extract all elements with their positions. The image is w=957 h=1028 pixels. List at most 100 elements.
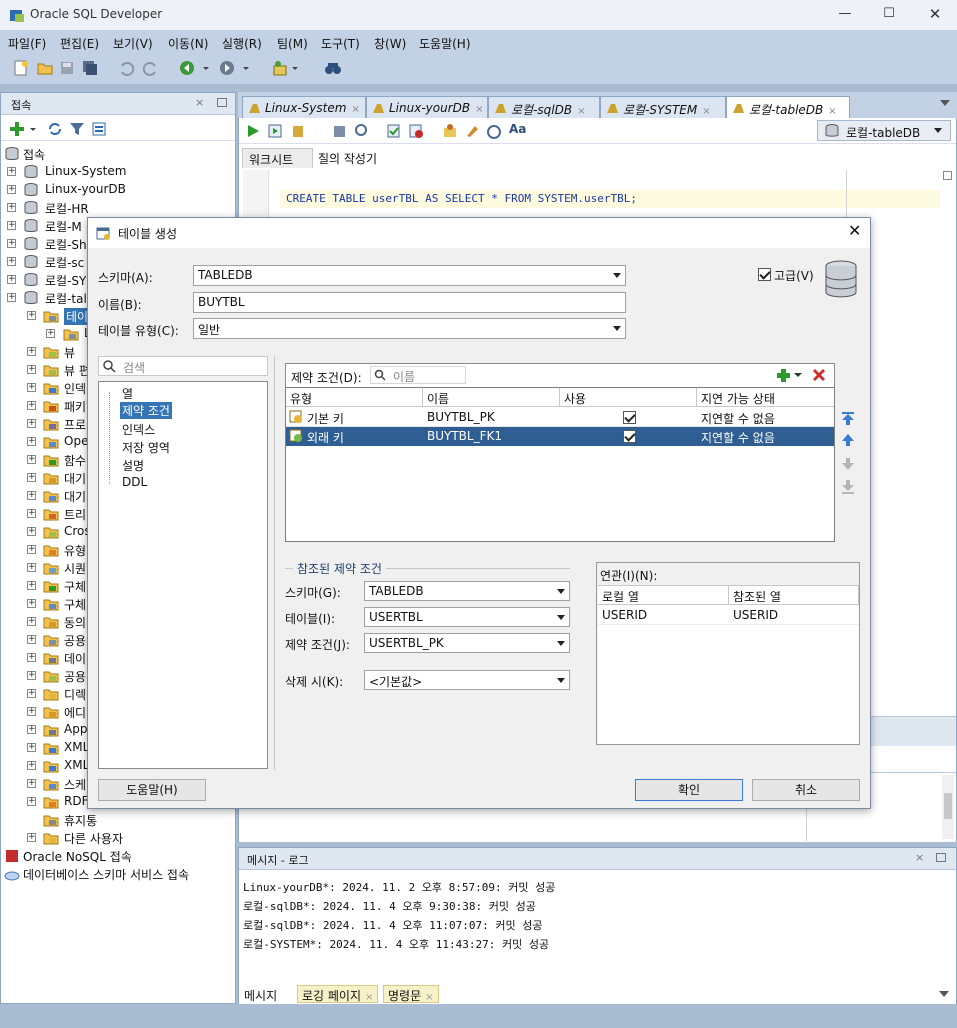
tree-node[interactable]: 휴지통 [1,811,235,829]
expand-icon[interactable]: + [27,383,36,392]
tree-schema-service-connections[interactable]: 데이터베이스 스키마 서비스 접속 [1,865,235,883]
column-header[interactable]: 로컬 열 [598,586,729,605]
table-type-select[interactable]: 일반 [193,318,626,339]
menu-help[interactable]: 도움말(H) [419,35,471,52]
nav-search-input[interactable]: 검색 [98,356,268,376]
rollback-icon[interactable] [408,123,424,139]
expand-icon[interactable]: + [27,437,36,446]
column-header[interactable]: 이름 [423,388,560,407]
expand-icon[interactable]: + [27,491,36,500]
tab-logging-page[interactable]: 로깅 페이지 × [297,985,379,1003]
column-header[interactable]: 참조된 열 [729,586,859,605]
expand-icon[interactable]: + [27,743,36,752]
move-up-icon[interactable] [840,432,856,448]
menu-window[interactable]: 창(W) [374,35,406,52]
table-row[interactable]: 외래 키 BUYTBL_FK1 지연할 수 없음 [286,427,834,446]
expand-icon[interactable]: + [7,293,16,302]
sql-history-window-icon[interactable] [486,123,502,139]
tab-messages[interactable]: 메시지 [244,987,277,1004]
expand-icon[interactable]: + [27,401,36,410]
forward-icon[interactable] [219,60,235,76]
expand-icon[interactable]: + [27,617,36,626]
close-window-button[interactable]: ✕ [925,5,945,23]
expand-icon[interactable]: + [27,635,36,644]
column-header[interactable]: 유형 [286,388,423,407]
close-log-icon[interactable]: × [915,851,924,864]
commit-icon[interactable] [386,123,402,139]
add-constraint-icon[interactable] [776,368,791,383]
nav-item-columns[interactable]: 열 [122,385,133,402]
tree-connection[interactable]: + 로컬-HR [1,199,235,217]
expand-icon[interactable]: + [27,833,36,842]
expand-icon[interactable]: + [27,707,36,716]
add-dropdown-icon[interactable] [29,121,37,137]
split-editor-icon[interactable] [943,171,952,180]
connection-selector[interactable]: 로컬-tableDB [817,120,951,141]
sql-history-icon[interactable] [442,123,458,139]
ref-table-select[interactable]: USERTBL [364,607,570,627]
table-row[interactable]: 기본 키 BUYTBL_PK 지연할 수 없음 [286,408,834,427]
tab-local-tabledb[interactable]: 로컬-tableDB × [726,96,850,118]
expand-icon[interactable]: + [27,509,36,518]
expand-icon[interactable]: + [27,761,36,770]
tab-local-system[interactable]: 로컬-SYSTEM × [600,96,726,118]
explain-plan-icon[interactable] [332,123,348,139]
expand-icon[interactable]: + [27,419,36,428]
tree-connection[interactable]: + Linux-System [1,163,235,181]
run-script-icon[interactable] [267,123,283,139]
ok-button[interactable]: 확인 [635,779,743,801]
menu-navigate[interactable]: 이동(N) [168,35,208,52]
menu-edit[interactable]: 편집(E) [60,35,99,52]
advanced-checkbox[interactable] [758,268,771,281]
expand-icon[interactable]: + [27,779,36,788]
enabled-checkbox[interactable] [623,430,636,443]
sql-worksheet-icon[interactable] [272,60,288,76]
enabled-checkbox[interactable] [623,411,636,424]
expand-icon[interactable]: + [27,653,36,662]
move-down-icon[interactable] [840,456,856,472]
minimize-log-icon[interactable] [936,853,946,862]
ref-schema-select[interactable]: TABLEDB [364,581,570,601]
expand-icon[interactable]: + [27,563,36,572]
expand-icon[interactable]: + [7,275,16,284]
sql-tuning-icon[interactable] [354,123,370,139]
expand-icon[interactable]: + [27,725,36,734]
nav-item-ddl[interactable]: DDL [122,475,147,489]
save-icon[interactable] [59,60,75,76]
nav-item-storage[interactable]: 저장 영역 [122,439,170,456]
results-scrollbar[interactable] [942,775,954,839]
cancel-button[interactable]: 취소 [752,779,860,801]
expand-icon[interactable]: + [27,527,36,536]
nav-item-constraints[interactable]: 제약 조건 [120,402,172,419]
schema-select[interactable]: TABLEDB [193,265,626,286]
expand-icon[interactable]: + [27,347,36,356]
move-bottom-icon[interactable] [840,479,856,495]
expand-icon[interactable]: + [7,221,16,230]
dialog-close-icon[interactable]: ✕ [848,221,861,240]
expand-icon[interactable]: + [46,329,55,338]
menu-run[interactable]: 실행(R) [222,35,262,52]
on-delete-select[interactable]: <기본값> [364,670,570,690]
binoculars-icon[interactable] [324,60,341,76]
clear-icon[interactable] [464,123,480,139]
sql-statement[interactable]: CREATE TABLE userTBL AS SELECT * FROM SY… [286,192,637,205]
refresh-icon[interactable] [47,121,63,137]
tab-list-dropdown-icon[interactable] [940,100,950,106]
save-all-icon[interactable] [82,60,98,76]
expand-icon[interactable]: + [27,689,36,698]
back-icon[interactable] [179,60,195,76]
tab-linux-yourdb[interactable]: Linux-yourDB × [366,96,488,118]
expand-icon[interactable]: + [27,581,36,590]
column-header[interactable]: 사용 [560,388,697,407]
format-icon[interactable]: Aa [509,122,526,136]
log-tab-list-icon[interactable] [939,991,949,997]
column-header[interactable]: 지연 가능 상태 [697,388,834,407]
expand-icon[interactable]: + [27,797,36,806]
close-panel-icon[interactable]: × [195,96,204,109]
constraints-search-input[interactable]: 이름 [370,366,466,384]
expand-icon[interactable]: + [7,185,16,194]
sql-dropdown-icon[interactable] [291,60,299,76]
expand-icon[interactable]: + [27,545,36,554]
menu-tools[interactable]: 도구(T) [321,35,360,52]
back-dropdown-icon[interactable] [202,60,210,76]
